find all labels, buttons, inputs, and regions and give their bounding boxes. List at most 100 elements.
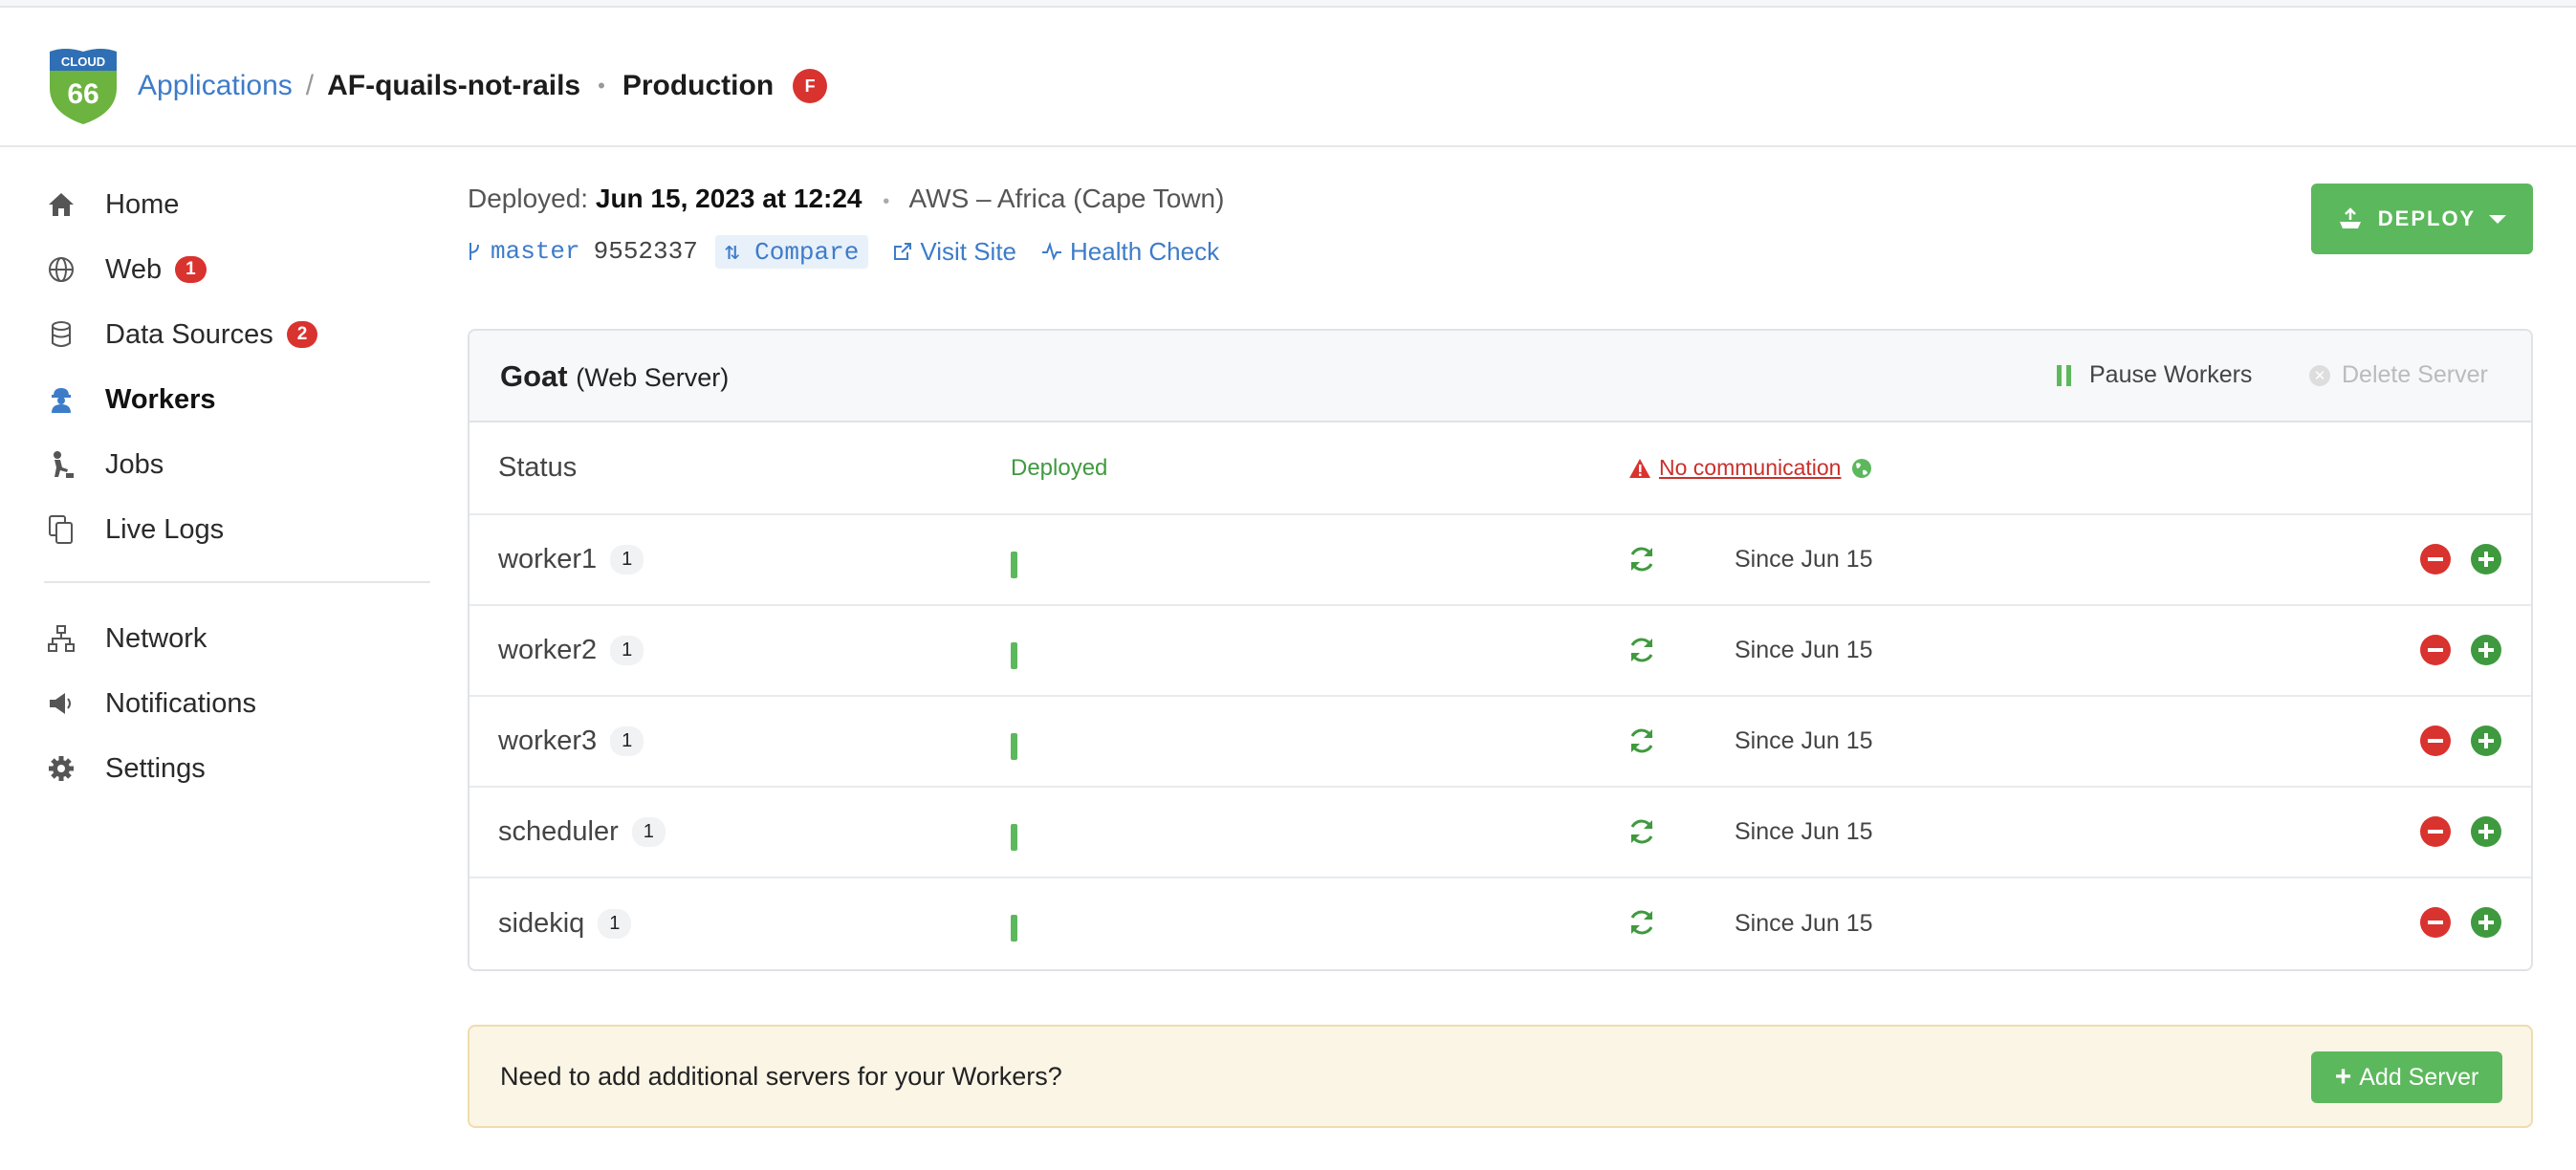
- data-sources-count-badge: 2: [286, 321, 318, 348]
- worker-name: sidekiq 1: [498, 878, 632, 969]
- worker-row: worker3 1 Since Jun 15: [469, 697, 2531, 788]
- breadcrumb-applications-link[interactable]: Applications: [138, 70, 293, 102]
- increase-worker-button[interactable]: [2471, 635, 2501, 665]
- worker-row: sidekiq 1 Since Jun 15: [469, 878, 2531, 969]
- breadcrumb: Applications / AF-quails-not-rails • Pro…: [138, 63, 828, 109]
- add-server-button[interactable]: + Add Server: [2311, 1051, 2502, 1103]
- home-icon: [44, 187, 78, 222]
- sidebar-item-jobs[interactable]: Jobs: [44, 432, 430, 497]
- server-name: Goat: [500, 359, 568, 393]
- decrease-worker-button[interactable]: [2420, 907, 2451, 938]
- decrease-worker-button[interactable]: [2420, 726, 2451, 756]
- delete-server-button[interactable]: ✕ Delete Server: [2309, 361, 2488, 389]
- health-check-link[interactable]: Health Check: [1041, 237, 1219, 267]
- sidebar-item-label: Workers: [105, 383, 216, 415]
- worker-count-badge: 1: [610, 636, 644, 665]
- chevron-down-icon: [2489, 214, 2507, 224]
- environment-badge: F: [793, 69, 828, 103]
- worker-count-badge: 1: [610, 545, 644, 574]
- delete-server-label: Delete Server: [2342, 361, 2488, 388]
- worker-name: worker1 1: [498, 515, 644, 604]
- refresh-icon[interactable]: [1626, 907, 1657, 938]
- server-type: (Web Server): [576, 363, 730, 392]
- external-link-icon: [894, 243, 912, 260]
- sidebar: Home Web 1 Data Sources 2 Workers Jobs L…: [44, 172, 430, 801]
- worker-status-bar: [1011, 552, 1017, 578]
- worker-name: worker3 1: [498, 697, 644, 786]
- deploy-button[interactable]: DEPLOY: [2311, 184, 2533, 254]
- no-communication-link[interactable]: No communication: [1659, 455, 1841, 481]
- database-icon: [44, 317, 78, 352]
- increase-worker-button[interactable]: [2471, 907, 2501, 938]
- decrease-worker-button[interactable]: [2420, 635, 2451, 665]
- visit-site-link[interactable]: Visit Site: [893, 237, 1016, 267]
- sidebar-item-label: Data Sources: [105, 318, 273, 350]
- sidebar-item-label: Network: [105, 622, 207, 654]
- branch-name[interactable]: master: [491, 237, 580, 266]
- warning-icon: [1629, 458, 1650, 478]
- pulse-icon: [1042, 242, 1062, 261]
- increase-worker-button[interactable]: [2471, 726, 2501, 756]
- refresh-icon[interactable]: [1626, 816, 1657, 847]
- commit-sha: 9552337: [593, 237, 698, 266]
- pause-icon: [2057, 364, 2076, 386]
- refresh-icon[interactable]: [1626, 635, 1657, 665]
- worker-since: Since Jun 15: [1735, 546, 1873, 573]
- deployed-date: Jun 15, 2023 at 12:24: [595, 184, 862, 213]
- sidebar-item-label: Jobs: [105, 448, 164, 480]
- compare-link[interactable]: ⇅ Compare: [714, 234, 869, 269]
- add-server-callout: Need to add additional servers for your …: [468, 1025, 2533, 1128]
- sidebar-item-web[interactable]: Web 1: [44, 237, 430, 302]
- top-border: [0, 0, 2576, 8]
- worker-since: Since Jun 15: [1735, 910, 1873, 937]
- sidebar-item-notifications[interactable]: Notifications: [44, 671, 430, 736]
- sidebar-item-label: Live Logs: [105, 513, 225, 545]
- callout-text: Need to add additional servers for your …: [500, 1061, 1062, 1091]
- breadcrumb-environment: Production: [622, 70, 775, 101]
- status-row: Status Deployed No communication: [469, 422, 2531, 515]
- server-panel: Goat (Web Server) Pause Workers ✕ Delete…: [468, 329, 2533, 971]
- visit-site-label: Visit Site: [920, 236, 1017, 266]
- increase-worker-button[interactable]: [2471, 816, 2501, 847]
- sidebar-divider: [44, 581, 430, 583]
- worker-status-bar: [1011, 642, 1017, 669]
- cloud66-logo[interactable]: CLOUD 66: [46, 46, 120, 126]
- deploy-info-dot: •: [883, 191, 890, 212]
- cloud-region: AWS – Africa (Cape Town): [908, 184, 1225, 213]
- worker-count-badge: 1: [631, 817, 666, 847]
- worker-row: worker2 1 Since Jun 15: [469, 606, 2531, 697]
- sidebar-item-label: Home: [105, 188, 180, 220]
- decrease-worker-button[interactable]: [2420, 544, 2451, 574]
- sidebar-item-live-logs[interactable]: Live Logs: [44, 497, 430, 562]
- refresh-icon[interactable]: [1626, 726, 1657, 756]
- worker-count-badge: 1: [610, 726, 644, 756]
- add-server-label: Add Server: [2359, 1063, 2479, 1091]
- pause-workers-button[interactable]: Pause Workers: [2057, 361, 2252, 389]
- worker-name: worker2 1: [498, 606, 644, 695]
- sidebar-item-network[interactable]: Network: [44, 606, 430, 671]
- worker-row: scheduler 1 Since Jun 15: [469, 788, 2531, 878]
- deploy-icon: [2339, 207, 2361, 228]
- increase-worker-button[interactable]: [2471, 544, 2501, 574]
- refresh-icon[interactable]: [1626, 544, 1657, 574]
- breadcrumb-app-name[interactable]: AF-quails-not-rails: [327, 70, 580, 102]
- breadcrumb-dot: •: [598, 74, 605, 98]
- globe-icon[interactable]: [1850, 457, 1873, 480]
- pause-workers-label: Pause Workers: [2089, 361, 2253, 388]
- decrease-worker-button[interactable]: [2420, 816, 2451, 847]
- sidebar-item-data-sources[interactable]: Data Sources 2: [44, 302, 430, 367]
- sidebar-item-home[interactable]: Home: [44, 172, 430, 237]
- compare-icon: ⇅: [724, 237, 740, 267]
- status-value: Deployed: [1011, 454, 1108, 481]
- health-check-label: Health Check: [1070, 236, 1220, 266]
- worker-since: Since Jun 15: [1735, 727, 1873, 754]
- status-label: Status: [498, 452, 578, 483]
- worker-since: Since Jun 15: [1735, 637, 1873, 663]
- deploy-button-label: DEPLOY: [2377, 206, 2477, 230]
- svg-text:66: 66: [67, 78, 98, 110]
- deploy-links: master 9552337 ⇅ Compare Visit Site Heal…: [468, 233, 1219, 270]
- sidebar-item-workers[interactable]: Workers: [44, 367, 430, 432]
- worker-status-bar: [1011, 824, 1017, 851]
- sidebar-item-settings[interactable]: Settings: [44, 736, 430, 801]
- globe-icon: [44, 252, 78, 287]
